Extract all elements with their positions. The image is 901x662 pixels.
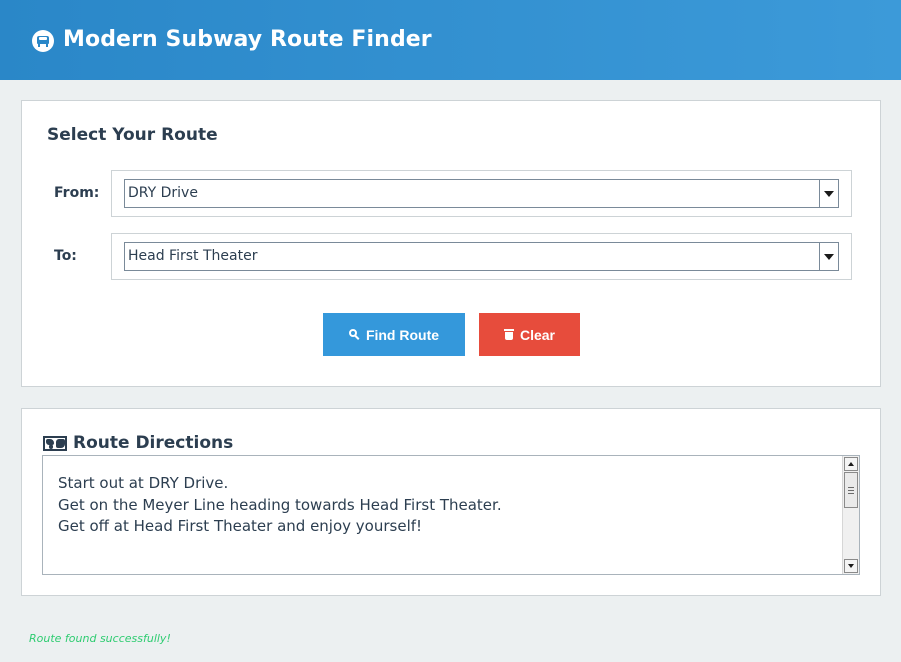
arrow-down-icon xyxy=(848,564,854,568)
from-label: From: xyxy=(54,185,100,201)
directions-title: Route Directions xyxy=(73,433,234,453)
to-select-value: Head First Theater xyxy=(128,248,258,264)
to-select[interactable]: Head First Theater xyxy=(124,242,839,271)
arrow-up-icon xyxy=(848,462,854,466)
direction-line: Start out at DRY Drive. xyxy=(58,474,229,492)
route-selection-panel: Select Your Route From: DRY Drive To: He… xyxy=(21,100,881,387)
find-route-label: Find Route xyxy=(365,326,440,343)
route-panel-title: Select Your Route xyxy=(47,125,218,145)
directions-header: Route Directions xyxy=(43,433,233,453)
directions-text-area[interactable]: Start out at DRY Drive. Get on the Meyer… xyxy=(42,455,860,575)
to-dropdown-button[interactable] xyxy=(819,243,838,270)
route-directions-panel: Route Directions Start out at DRY Drive.… xyxy=(21,408,881,596)
app-header: Modern Subway Route Finder xyxy=(0,0,901,80)
chevron-down-icon xyxy=(824,254,834,260)
trash-icon xyxy=(503,329,514,340)
search-icon xyxy=(348,329,360,340)
status-message: Route found successfully! xyxy=(29,632,171,645)
chevron-down-icon xyxy=(824,191,834,197)
directions-text: Start out at DRY Drive. Get on the Meyer… xyxy=(58,473,838,538)
app-title: Modern Subway Route Finder xyxy=(63,27,432,52)
scroll-up-button[interactable] xyxy=(844,457,858,471)
directions-scrollbar[interactable] xyxy=(842,456,859,574)
direction-line: Get off at Head First Theater and enjoy … xyxy=(58,517,423,535)
map-icon xyxy=(43,435,67,451)
direction-line: Get on the Meyer Line heading towards He… xyxy=(58,495,502,514)
from-select-value: DRY Drive xyxy=(128,185,198,201)
scroll-thumb[interactable] xyxy=(844,472,858,508)
clear-label: Clear xyxy=(519,326,556,343)
from-select[interactable]: DRY Drive xyxy=(124,179,839,208)
subway-icon xyxy=(32,30,54,52)
scroll-down-button[interactable] xyxy=(844,559,858,573)
find-route-button[interactable]: Find Route xyxy=(323,313,465,356)
clear-button[interactable]: Clear xyxy=(479,313,580,356)
from-field-frame: DRY Drive xyxy=(111,170,852,217)
from-dropdown-button[interactable] xyxy=(819,180,838,207)
to-label: To: xyxy=(54,248,77,264)
to-field-frame: Head First Theater xyxy=(111,233,852,280)
